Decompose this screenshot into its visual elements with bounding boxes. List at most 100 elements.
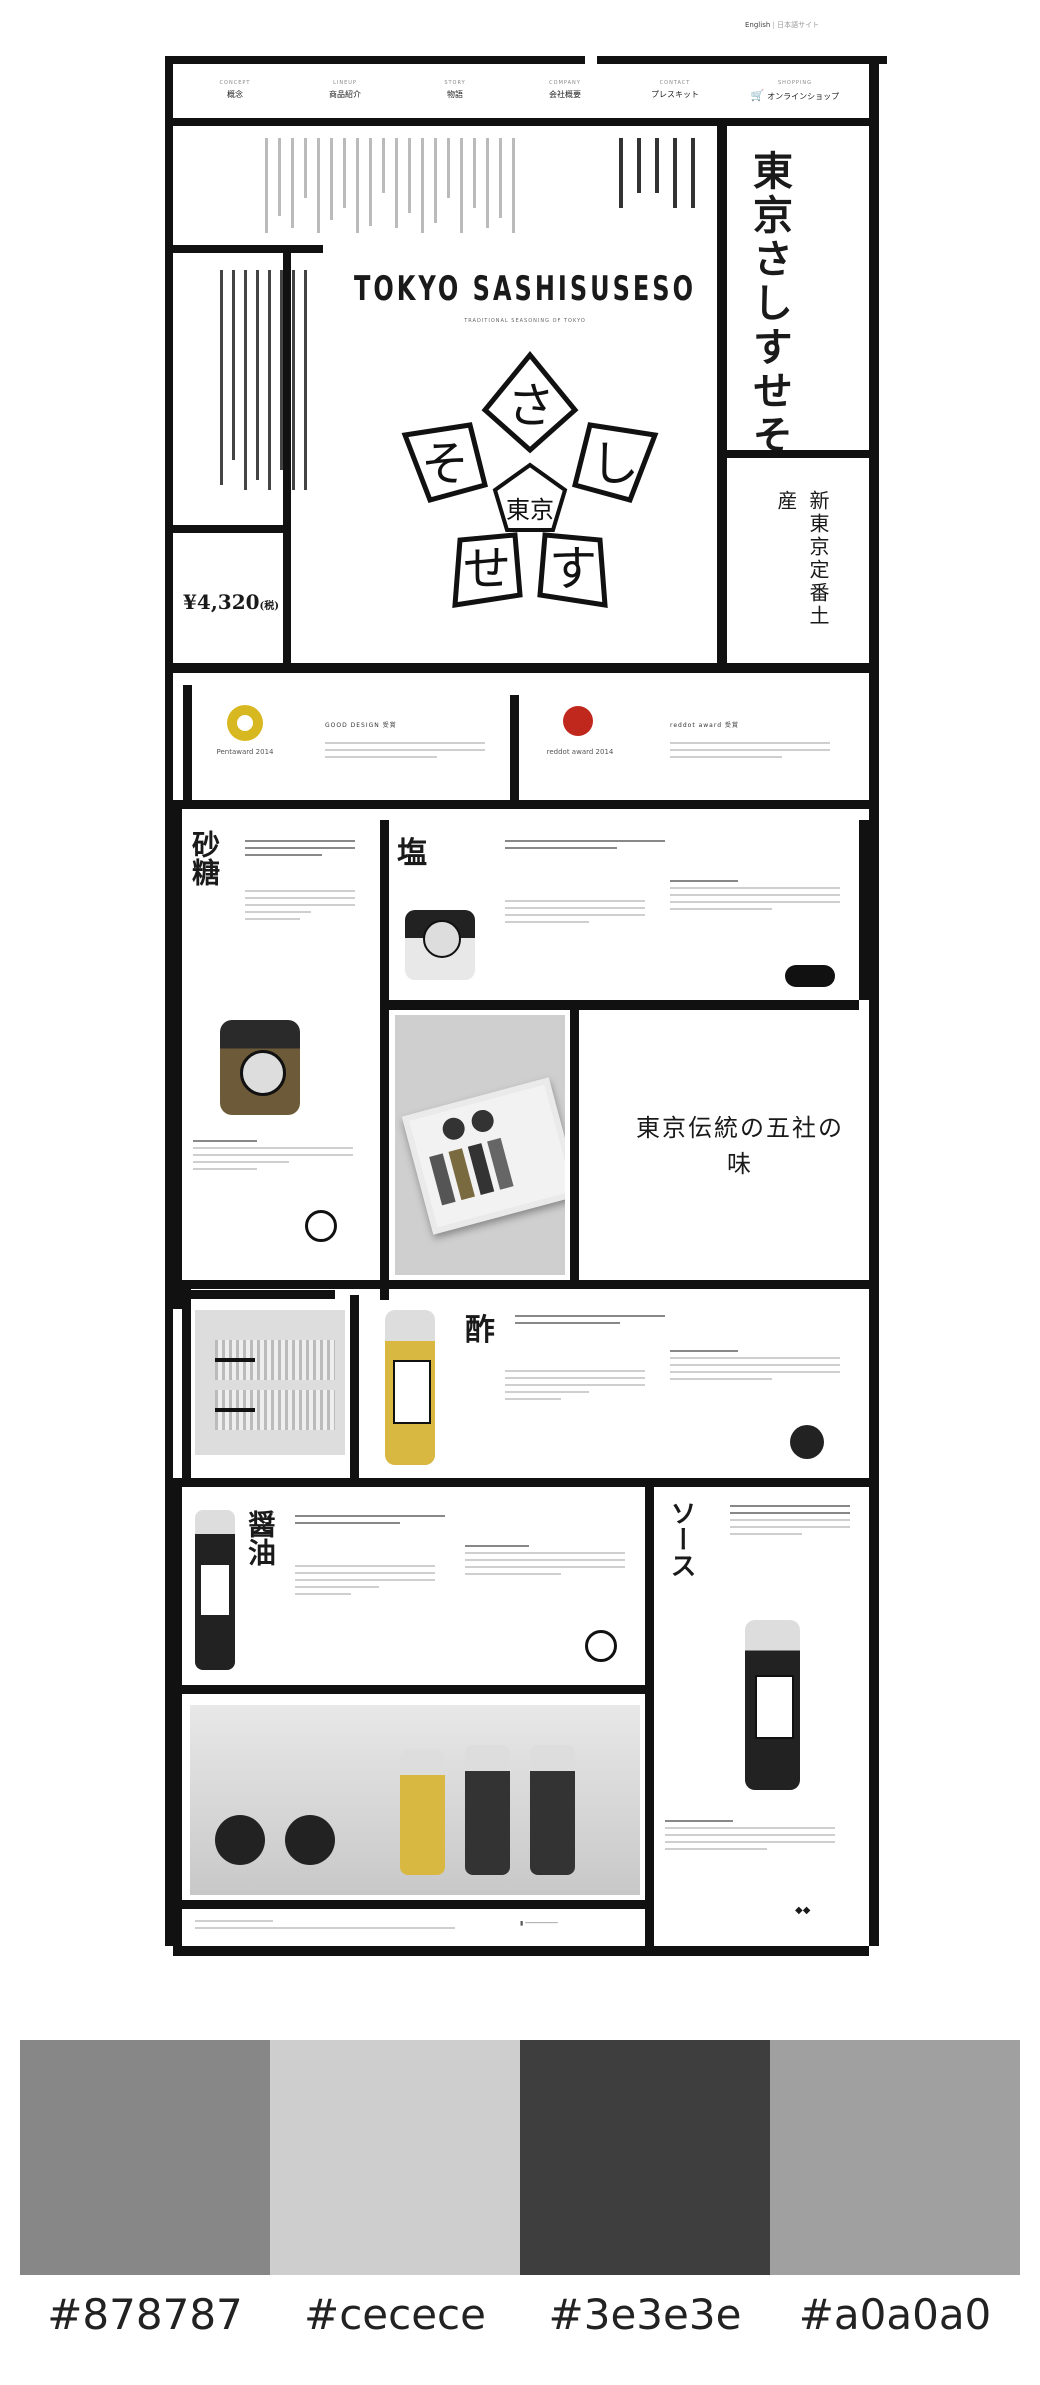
nav-jp-label: 商品紹介 [329, 90, 361, 99]
product-desc [515, 1315, 665, 1329]
frame-bar [165, 56, 173, 1946]
packaging-photo [195, 1310, 345, 1455]
nav-concept[interactable]: CONCEPT 概念 [175, 80, 295, 100]
title-jp: 東京さしすせそ [746, 150, 793, 458]
award-badge: reddot award 2014 [546, 748, 614, 756]
company-seal-icon [790, 1425, 824, 1459]
price-value: ¥4,320 [183, 590, 260, 614]
frame-bar [165, 56, 585, 64]
lang-en-link[interactable]: English [745, 21, 770, 29]
frame-bar [173, 1280, 869, 1289]
palette-label: #878787 [47, 2290, 243, 2339]
frame-bar [717, 126, 727, 666]
product-company [670, 880, 840, 915]
nav-contact[interactable]: CONTACT プレスキット [615, 80, 735, 100]
nav-company[interactable]: COMPANY 会社概要 [505, 80, 625, 100]
product-desc [730, 1505, 850, 1540]
frame-bar [182, 1900, 645, 1909]
company-seal-icon [585, 1630, 617, 1662]
frame-bar [389, 1000, 859, 1010]
frame-bar [173, 245, 323, 253]
salt-jar-photo [405, 910, 475, 980]
frame-bar [182, 1289, 191, 1479]
logo-center: 東京 [506, 496, 554, 524]
frame-bar [350, 1295, 359, 1485]
cart-icon: 🛒 [750, 89, 765, 102]
frame-bar [173, 1946, 869, 1956]
frame-bar [570, 1010, 579, 1280]
product-company [670, 1350, 840, 1385]
palette-swatch [20, 2040, 270, 2275]
palette-swatch [770, 2040, 1020, 2275]
award-desc [670, 742, 830, 763]
footer-copyright [195, 1920, 455, 1934]
gift-box-photo [395, 1015, 565, 1275]
price: ¥4,320(税) [183, 590, 279, 614]
nav-jp-label: 物語 [447, 90, 463, 99]
product-desc [295, 1515, 445, 1529]
frame-bar [727, 450, 869, 458]
sugar-jar-photo [220, 1020, 300, 1115]
language-switch[interactable]: English | 日本語サイト [745, 20, 819, 30]
nav-jp-label: 概念 [227, 90, 243, 99]
nav-en-label: CONTACT [659, 80, 691, 86]
nav-story[interactable]: STORY 物語 [395, 80, 515, 100]
lineup-photo [190, 1705, 640, 1895]
price-tax: (税) [259, 601, 280, 612]
footer-link[interactable]: ▮ ───────── [520, 1920, 558, 1927]
frame-bar [173, 809, 182, 1309]
nav-shop-label: オンラインショップ [767, 92, 840, 101]
nav-en-label: COMPANY [549, 80, 581, 86]
product-kanji: 塩 [397, 836, 427, 871]
company-seal-icon [785, 965, 835, 987]
product-detail [295, 1565, 435, 1600]
award-desc [325, 742, 485, 763]
product-kanji: 醤油 [244, 1510, 277, 1566]
frame-bar [510, 695, 519, 805]
product-kanji: 酢 [465, 1313, 495, 1348]
nav-lineup[interactable]: LINEUP 商品紹介 [285, 80, 405, 100]
company-seal-icon [305, 1210, 337, 1242]
frame-bar [283, 253, 291, 663]
nav-en-label: STORY [444, 80, 466, 86]
lang-jp-link[interactable]: 日本語サイト [777, 21, 819, 29]
nav-en-label: SHOPPING [778, 80, 812, 86]
frame-bar [869, 56, 879, 1946]
vinegar-bottle-photo [385, 1310, 435, 1465]
product-detail [505, 1370, 645, 1405]
frame-bar [173, 525, 283, 533]
logo-char-se: せ [463, 541, 511, 597]
frame-bar [173, 1487, 182, 1947]
nav-en-label: LINEUP [333, 80, 357, 86]
product-kanji: ソース [666, 1500, 696, 1578]
frame-bar [173, 663, 869, 673]
nav-jp-label: 🛒 オンラインショップ [735, 89, 855, 102]
award-name: reddot award 受賞 [670, 722, 739, 729]
award-medal-icon [227, 705, 263, 741]
frame-bar [183, 685, 192, 800]
palette-swatch [270, 2040, 520, 2275]
nav-jp-label: プレスキット [651, 90, 699, 99]
intro-text-columns [185, 138, 515, 238]
product-detail [245, 890, 355, 925]
palette-swatch [520, 2040, 770, 2275]
soy-bottle-photo [195, 1510, 235, 1670]
palette-label: #3e3e3e [548, 2290, 742, 2339]
product-company [193, 1140, 353, 1175]
page-mockup: English | 日本語サイト CONCEPT 概念 LINEUP 商品紹介 … [165, 20, 887, 1980]
logo-char-shi: し [591, 436, 639, 492]
frame-bar [173, 1478, 869, 1487]
frame-bar [380, 820, 389, 1300]
nav-shopping[interactable]: SHOPPING 🛒 オンラインショップ [735, 80, 855, 102]
award-name: GOOD DESIGN 受賞 [325, 722, 397, 729]
brand-subtitle-en: TRADITIONAL SEASONING OF TOKYO [464, 318, 586, 324]
product-detail [505, 900, 645, 928]
frame-bar [182, 1685, 645, 1694]
product-company [465, 1545, 625, 1580]
sauce-bottle-photo [745, 1620, 800, 1790]
frame-bar [645, 1487, 654, 1947]
palette-label: #cecece [304, 2290, 486, 2339]
logo-char-so: そ [421, 436, 469, 492]
product-kanji: 砂糖 [188, 830, 221, 886]
product-desc [505, 840, 665, 854]
